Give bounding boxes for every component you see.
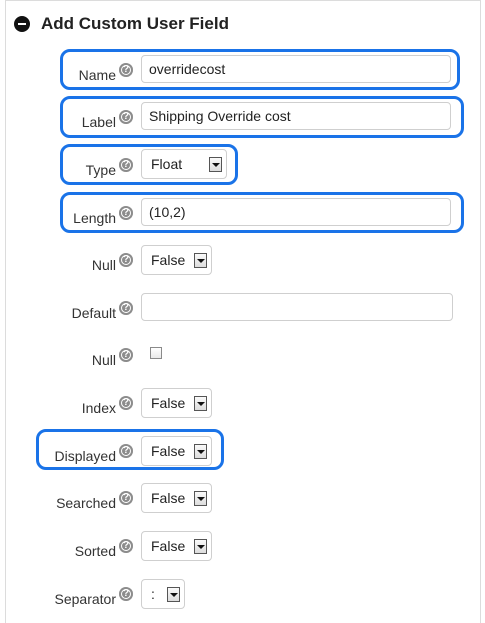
- help-icon[interactable]: ?: [119, 253, 133, 267]
- help-icon[interactable]: ?: [119, 539, 133, 553]
- collapse-icon[interactable]: [14, 16, 30, 32]
- highlight-length-row: [60, 192, 464, 233]
- field-row-default: Default ?: [0, 292, 485, 326]
- select-value: False: [151, 395, 186, 411]
- index-select[interactable]: False: [141, 388, 212, 418]
- separator-select[interactable]: :: [141, 579, 185, 609]
- select-value: False: [151, 252, 186, 268]
- field-label-wrap: Default ?: [72, 292, 133, 326]
- field-label-wrap: Sorted ?: [75, 530, 133, 564]
- help-icon[interactable]: ?: [119, 587, 133, 601]
- dropdown-arrow-icon[interactable]: [167, 586, 180, 602]
- dropdown-arrow-icon[interactable]: [194, 538, 207, 554]
- help-icon[interactable]: ?: [119, 348, 133, 362]
- help-icon[interactable]: ?: [119, 491, 133, 505]
- null-checkbox[interactable]: [150, 347, 162, 359]
- field-row-null: Null ? False: [0, 244, 485, 278]
- help-icon[interactable]: ?: [119, 301, 133, 315]
- field-label: Sorted: [74, 543, 116, 559]
- field-label: Index: [81, 400, 116, 416]
- dropdown-arrow-icon[interactable]: [194, 395, 207, 411]
- field-label-wrap: Null ?: [92, 244, 133, 278]
- field-label: Searched: [56, 495, 116, 511]
- panel-title: Add Custom User Field: [41, 14, 229, 33]
- help-icon[interactable]: ?: [119, 396, 133, 410]
- sorted-select[interactable]: False: [141, 531, 212, 561]
- field-row-index: Index ? False: [0, 387, 485, 421]
- field-row-sorted: Sorted ? False: [0, 530, 485, 564]
- highlight-name-row: [60, 49, 460, 90]
- dropdown-arrow-icon[interactable]: [194, 252, 207, 268]
- field-label-wrap: Null ?: [92, 339, 133, 373]
- field-label: Null: [91, 352, 116, 368]
- field-row-searched: Searched ? False: [0, 482, 485, 516]
- panel-header[interactable]: Add Custom User Field: [14, 12, 229, 36]
- select-value: :: [151, 586, 155, 602]
- field-label-wrap: Separator ?: [55, 578, 133, 612]
- field-label: Separator: [54, 591, 116, 607]
- highlight-displayed-row: [36, 429, 224, 470]
- highlight-type-row: [60, 144, 238, 185]
- select-value: False: [151, 538, 186, 554]
- field-label: Null: [91, 257, 116, 273]
- default-input[interactable]: [141, 293, 453, 321]
- highlight-label-row: [60, 96, 464, 138]
- field-row-null-checkbox: Null ?: [0, 339, 485, 373]
- null-select[interactable]: False: [141, 245, 212, 275]
- field-row-separator: Separator ? :: [0, 578, 485, 612]
- field-label: Default: [71, 305, 116, 321]
- field-label-wrap: Index ?: [82, 387, 133, 421]
- select-value: False: [151, 490, 186, 506]
- searched-select[interactable]: False: [141, 483, 212, 513]
- dropdown-arrow-icon[interactable]: [194, 490, 207, 506]
- field-label-wrap: Searched ?: [56, 482, 133, 516]
